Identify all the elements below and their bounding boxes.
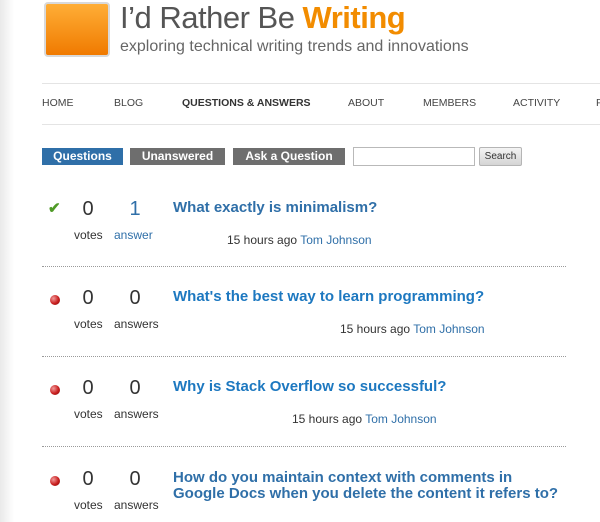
main-nav: HOME BLOG QUESTIONS & ANSWERS ABOUT MEMB… bbox=[42, 97, 600, 113]
search-input[interactable] bbox=[353, 147, 475, 166]
vote-count: 0 bbox=[82, 198, 94, 220]
question-divider bbox=[42, 356, 566, 357]
site-logo[interactable] bbox=[44, 2, 110, 57]
nav-more[interactable]: F bbox=[596, 97, 600, 109]
answer-count: 1 bbox=[129, 198, 141, 220]
nav-divider bbox=[42, 124, 600, 125]
search-button[interactable]: Search bbox=[479, 147, 522, 166]
nav-blog[interactable]: BLOG bbox=[114, 97, 143, 109]
question-author[interactable]: Tom Johnson bbox=[413, 322, 484, 336]
site-tagline: exploring technical writing trends and i… bbox=[120, 38, 469, 55]
votes-label: votes bbox=[74, 228, 103, 242]
question-title[interactable]: Why is Stack Overflow so successful? bbox=[173, 379, 573, 395]
site-title-accent: Writing bbox=[302, 0, 406, 35]
header-divider bbox=[42, 83, 600, 84]
question-title[interactable]: How do you maintain context with comment… bbox=[173, 470, 568, 502]
votes-label: votes bbox=[74, 498, 103, 512]
unanswered-dot-icon bbox=[50, 476, 60, 486]
tab-unanswered[interactable]: Unanswered bbox=[130, 148, 225, 165]
unanswered-dot-icon bbox=[50, 385, 60, 395]
tab-questions[interactable]: Questions bbox=[42, 148, 123, 165]
question-meta: 15 hours ago Tom Johnson bbox=[292, 412, 437, 426]
site-title-main: I’d Rather Be bbox=[120, 0, 303, 35]
question-title[interactable]: What exactly is minimalism? bbox=[173, 200, 573, 216]
question-author[interactable]: Tom Johnson bbox=[300, 233, 371, 247]
question-divider bbox=[42, 266, 566, 267]
question-meta: 15 hours ago Tom Johnson bbox=[227, 233, 372, 247]
question-divider bbox=[42, 446, 566, 447]
answers-label: answers bbox=[114, 498, 159, 512]
answer-count: 0 bbox=[129, 377, 141, 399]
question-author[interactable]: Tom Johnson bbox=[365, 412, 436, 426]
vote-count: 0 bbox=[82, 287, 94, 309]
vote-count: 0 bbox=[82, 468, 94, 490]
question-time: 15 hours ago bbox=[227, 233, 298, 247]
votes-label: votes bbox=[74, 317, 103, 331]
question-time: 15 hours ago bbox=[292, 412, 363, 426]
question-meta: 15 hours ago Tom Johnson bbox=[340, 322, 485, 336]
answers-label: answers bbox=[114, 317, 159, 331]
nav-members[interactable]: MEMBERS bbox=[423, 97, 476, 109]
answer-count: 0 bbox=[129, 468, 141, 490]
answers-label: answers bbox=[114, 407, 159, 421]
nav-questions-answers[interactable]: QUESTIONS & ANSWERS bbox=[182, 97, 311, 109]
question-title[interactable]: What's the best way to learn programming… bbox=[173, 289, 573, 305]
question-time: 15 hours ago bbox=[340, 322, 411, 336]
answered-check-icon: ✔ bbox=[48, 200, 61, 217]
unanswered-dot-icon bbox=[50, 295, 60, 305]
site-title[interactable]: I’d Rather Be Writing bbox=[120, 0, 406, 36]
page-left-shadow bbox=[0, 0, 14, 522]
nav-activity[interactable]: ACTIVITY bbox=[513, 97, 560, 109]
nav-about[interactable]: ABOUT bbox=[348, 97, 384, 109]
vote-count: 0 bbox=[82, 377, 94, 399]
votes-label: votes bbox=[74, 407, 103, 421]
nav-home[interactable]: HOME bbox=[42, 97, 74, 109]
answers-label[interactable]: answer bbox=[114, 228, 153, 242]
answer-count: 0 bbox=[129, 287, 141, 309]
tab-ask-question[interactable]: Ask a Question bbox=[233, 148, 345, 165]
